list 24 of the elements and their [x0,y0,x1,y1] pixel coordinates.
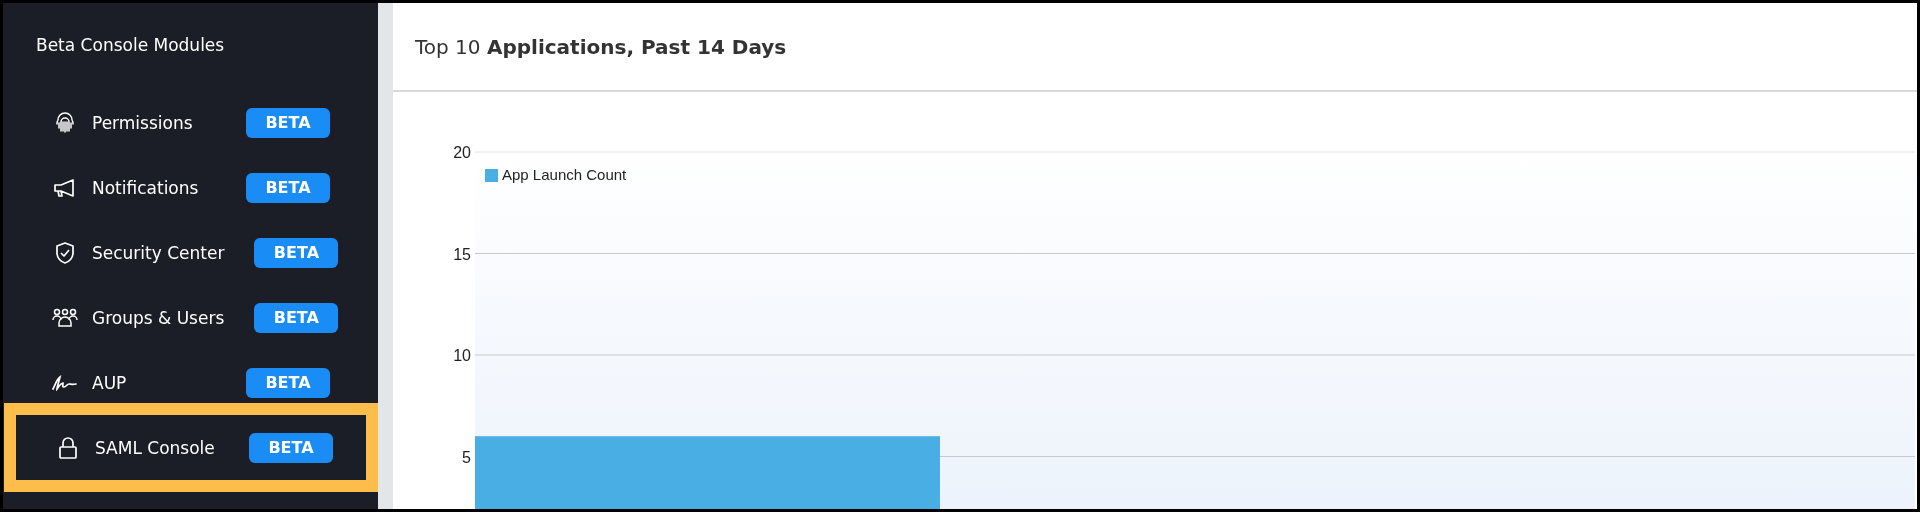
lock-icon [58,436,78,459]
legend-label: App Launch Count [502,166,627,183]
legend-swatch [485,169,498,182]
axis-tick-label: 20 [453,144,471,161]
shield-check-icon [55,241,75,264]
sidebar-title: Beta Console Modules [35,35,226,57]
panel-title: Top 10 Applications, Past 14 Days [415,34,787,59]
beta-badge: BETA [249,432,333,463]
sidebar-item[interactable]: Security Center BETA [3,220,378,285]
group-icon [52,307,78,328]
beta-badge: BETA [254,302,339,333]
megaphone-icon [53,177,77,198]
axis-tick-label: 10 [453,347,471,364]
sidebar-item[interactable]: SAML Console BETA [4,403,378,492]
beta-badge: BETA [246,107,330,138]
sidebar-item[interactable]: Notifications BETA [3,155,378,220]
sidebar-item[interactable]: Groups & Users BETA [3,285,378,350]
axis-tick-label: 5 [462,448,471,466]
axis-tick-label: 15 [453,245,471,263]
beta-badge: BETA [246,367,330,398]
sidebar-item[interactable]: Permissions BETA [3,90,378,155]
signature-icon [52,374,78,391]
beta-badge: BETA [246,172,330,203]
beta-badge: BETA [254,237,339,268]
